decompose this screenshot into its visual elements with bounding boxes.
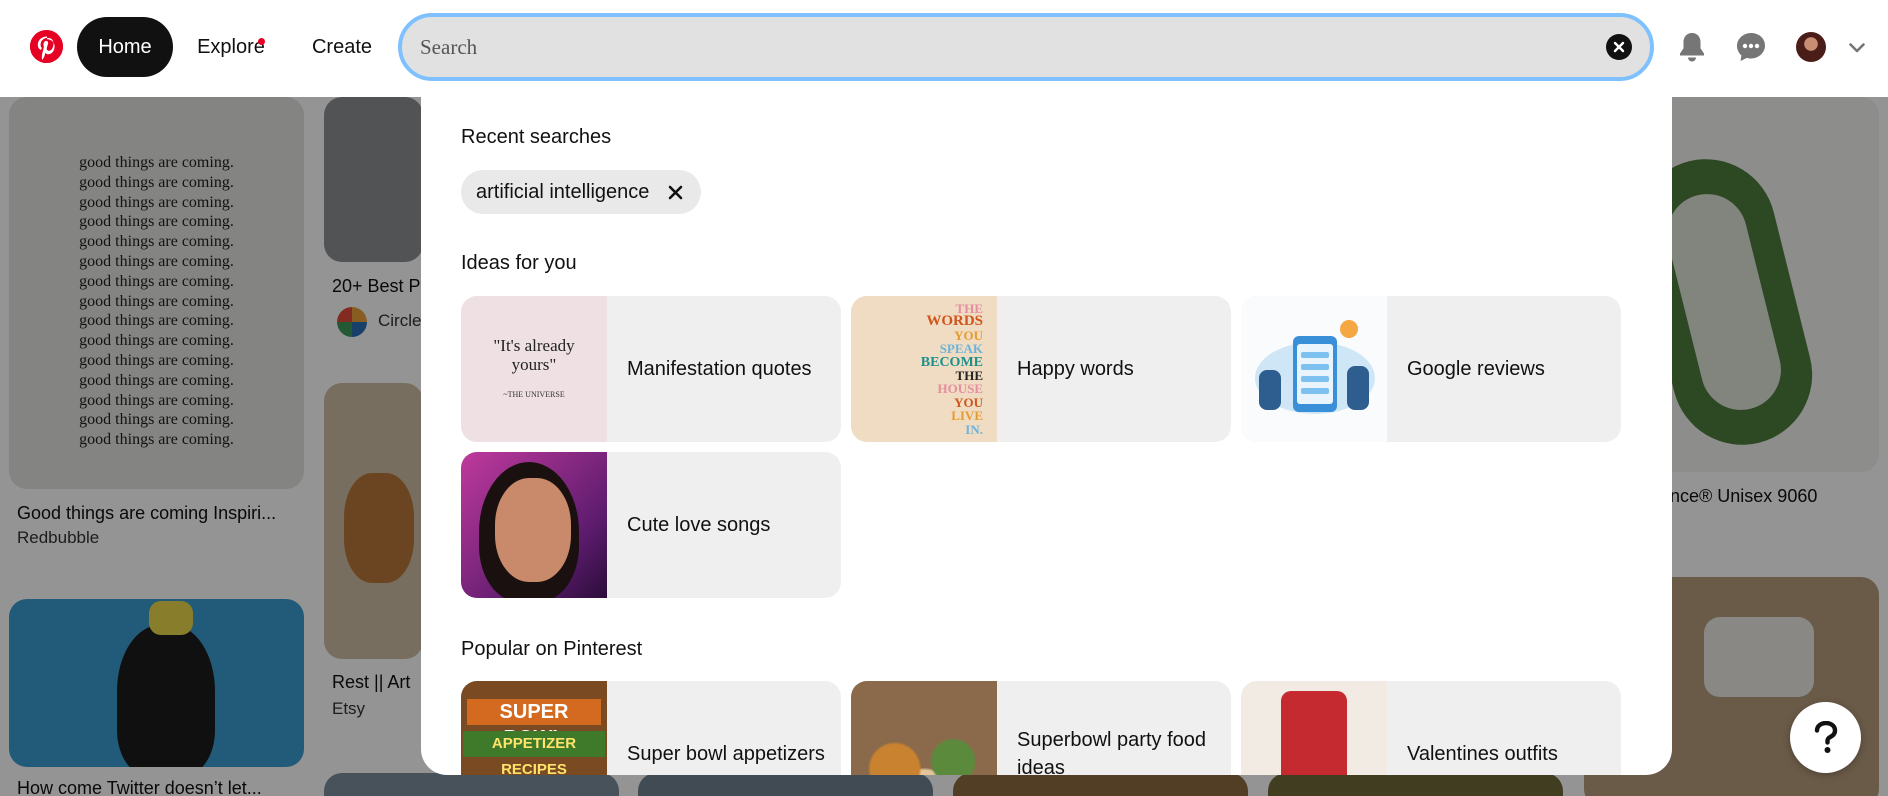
popular-tile-superbowl-party-food[interactable]: Superbowl party food ideas: [851, 681, 1231, 775]
manifestation-quote-thumbnail: "It's already yours" ~THE UNIVERSE: [461, 296, 607, 442]
thumbnail-text: YOU: [954, 327, 983, 343]
thumbnail-text: WORDS: [926, 313, 983, 330]
idea-tile-happy-words[interactable]: THE WORDS YOU SPEAK BECOME THE HOUSE YOU…: [851, 296, 1231, 442]
thumbnail-text: THE: [955, 368, 983, 384]
recent-search-chip[interactable]: artificial intelligence: [461, 170, 702, 214]
popular-label: Super bowl appetizers: [627, 743, 825, 765]
idea-tile-google-reviews[interactable]: Google reviews: [1241, 296, 1621, 442]
thumbnail-text: IN.: [965, 421, 983, 437]
popular-label: Superbowl party food ideas: [1017, 729, 1207, 775]
ideas-for-you-title: Ideas for you: [461, 252, 577, 274]
cute-love-songs-thumbnail: [461, 452, 607, 598]
top-header: Home Explore Create: [0, 0, 1888, 97]
search-bar[interactable]: [398, 13, 1654, 81]
recent-search-label: artificial intelligence: [476, 180, 650, 203]
popular-on-pinterest-title: Popular on Pinterest: [461, 638, 643, 660]
valentines-outfit-thumbnail: [1241, 681, 1387, 775]
chat-icon[interactable]: [1731, 27, 1771, 67]
popular-label: Valentines outfits: [1407, 743, 1558, 765]
nav-create-button[interactable]: Create: [302, 17, 382, 77]
thumbnail-text: YOU: [954, 394, 983, 410]
idea-label: Cute love songs: [627, 514, 771, 536]
idea-label: Manifestation quotes: [627, 358, 812, 380]
notification-dot: [258, 38, 265, 45]
party-food-thumbnail: [851, 681, 997, 775]
popular-tile-valentines-outfits[interactable]: Valentines outfits: [1241, 681, 1621, 775]
thumbnail-quote-text: "It's already yours": [493, 336, 575, 374]
bell-icon[interactable]: [1672, 27, 1712, 67]
thumbnail-quote-attribution: ~THE UNIVERSE: [503, 390, 565, 399]
nav-explore-button[interactable]: Explore: [186, 17, 276, 77]
chevron-down-icon[interactable]: [1845, 36, 1869, 60]
google-reviews-thumbnail: [1241, 296, 1387, 442]
super-bowl-appetizers-thumbnail: SUPER BOWL APPETIZER RECIPES: [461, 681, 607, 775]
nav-explore-label: Explore: [197, 35, 265, 58]
thumbnail-text: HOUSE: [937, 381, 983, 397]
pinterest-logo-icon[interactable]: [30, 30, 63, 63]
idea-label: Happy words: [1017, 358, 1134, 380]
thumbnail-text: BECOME: [920, 354, 983, 370]
search-suggestions-panel: Recent searches artificial intelligence …: [421, 97, 1672, 775]
idea-tile-cute-love-songs[interactable]: Cute love songs: [461, 452, 841, 598]
remove-recent-search-icon[interactable]: [667, 184, 683, 200]
thumbnail-text: LIVE: [951, 408, 983, 424]
idea-label: Google reviews: [1407, 358, 1545, 380]
thumbnail-text: APPETIZER RECIPES: [463, 731, 605, 775]
happy-words-thumbnail: THE WORDS YOU SPEAK BECOME THE HOUSE YOU…: [851, 296, 997, 442]
popular-tile-super-bowl-appetizers[interactable]: SUPER BOWL APPETIZER RECIPES Super bowl …: [461, 681, 841, 775]
question-mark-icon[interactable]: [1790, 702, 1861, 773]
clear-search-icon[interactable]: [1606, 34, 1632, 60]
avatar[interactable]: [1796, 32, 1826, 62]
thumbnail-text: SPEAK: [939, 341, 983, 357]
idea-tile-manifestation-quotes[interactable]: "It's already yours" ~THE UNIVERSE Manif…: [461, 296, 841, 442]
nav-home-button[interactable]: Home: [77, 17, 173, 77]
search-input[interactable]: [420, 17, 1570, 77]
recent-searches-title: Recent searches: [461, 126, 612, 148]
thumbnail-text: SUPER BOWL: [467, 699, 601, 749]
